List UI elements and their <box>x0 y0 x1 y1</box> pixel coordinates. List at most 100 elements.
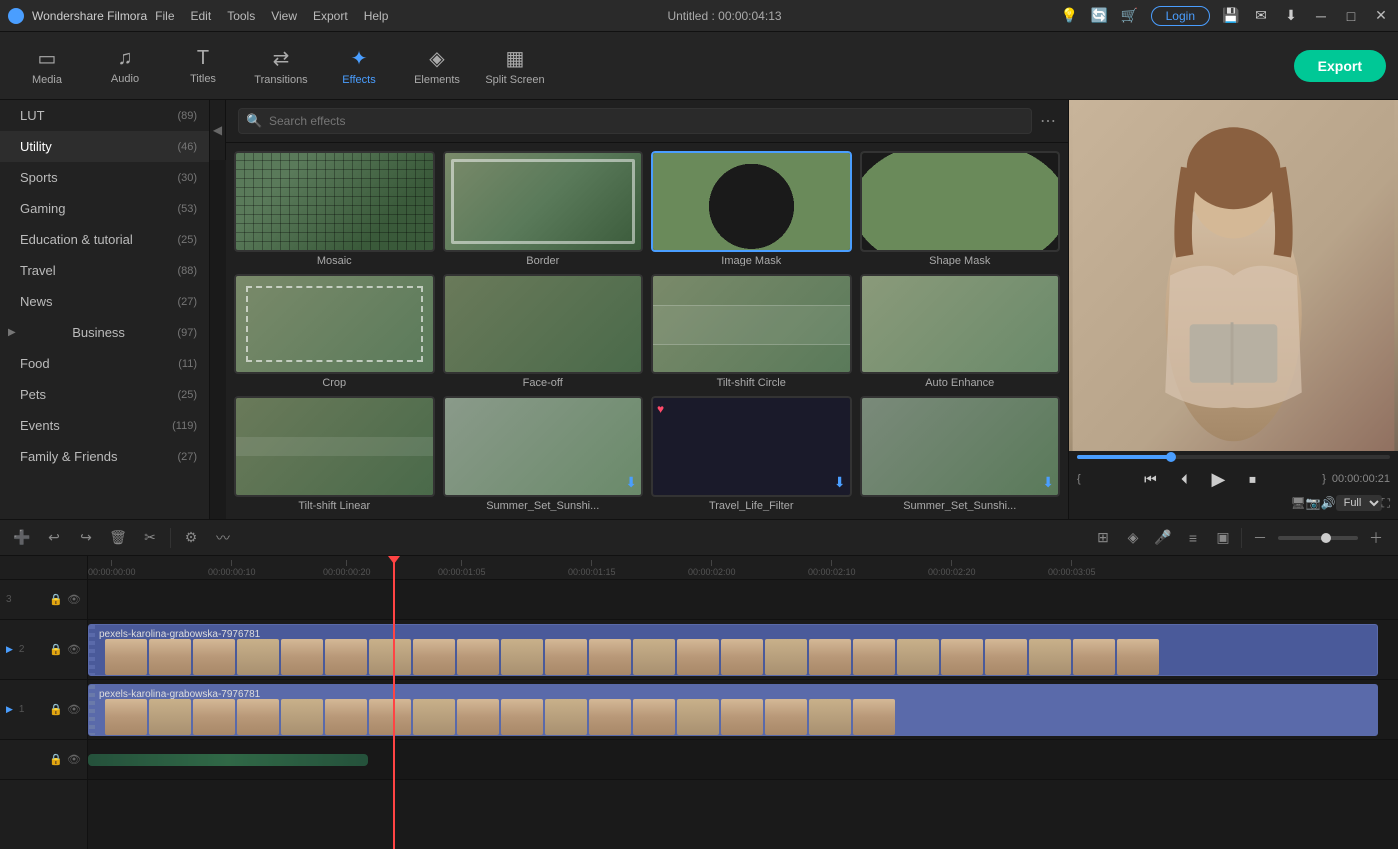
eye-icon-3[interactable]: 👁 <box>67 593 81 606</box>
time-right-bracket: } <box>1322 473 1326 485</box>
sidebar-item-lut[interactable]: LUT (89) <box>0 100 209 131</box>
undo-button[interactable]: ↩ <box>42 526 66 550</box>
toolbar-effects[interactable]: ✦ Effects <box>324 38 394 94</box>
sidebar-lut-label: LUT <box>20 108 45 123</box>
lock-icon-3[interactable]: 🔒 <box>49 593 63 606</box>
sidebar-item-gaming[interactable]: Gaming (53) <box>0 193 209 224</box>
step-back-button[interactable]: ⏴ <box>1172 467 1196 491</box>
screenshot-button[interactable]: 🖥 <box>1290 496 1305 510</box>
effects-search-bar: 🔍 ⋯ <box>226 100 1068 143</box>
sidebar-item-travel[interactable]: Travel (88) <box>0 255 209 286</box>
clip-frame <box>677 639 719 675</box>
sidebar-education-label: Education & tutorial <box>20 232 133 247</box>
clip-frame <box>193 639 235 675</box>
video-clip-1[interactable]: pexels-karolina-grabowska-7976781 <box>88 684 1378 736</box>
menu-help[interactable]: Help <box>364 9 389 23</box>
effect-item-crop[interactable]: Crop <box>234 274 435 389</box>
camera-button[interactable]: 📷 <box>1306 496 1321 510</box>
sidebar-item-events[interactable]: Events (119) <box>0 410 209 441</box>
download-icon[interactable]: ⬇ <box>1282 7 1300 25</box>
refresh-icon[interactable]: 🔄 <box>1091 7 1109 25</box>
cut-button[interactable]: ✂ <box>138 526 162 550</box>
menu-edit[interactable]: Edit <box>191 9 212 23</box>
quality-select[interactable]: Full 1/2 1/4 <box>1336 495 1382 511</box>
toolbar-transitions[interactable]: ⇄ Transitions <box>246 38 316 94</box>
subtitle-button[interactable]: ≡ <box>1181 526 1205 550</box>
toolbar-elements[interactable]: ◈ Elements <box>402 38 472 94</box>
minimize-button[interactable]: ─ <box>1312 7 1330 25</box>
eye-icon-2[interactable]: 👁 <box>67 643 81 656</box>
pip-button[interactable]: ▣ <box>1211 526 1235 550</box>
effect-item-image-mask[interactable]: Image Mask <box>651 151 852 266</box>
sidebar-item-food[interactable]: Food (11) <box>0 348 209 379</box>
effect-item-border[interactable]: Border <box>443 151 644 266</box>
stop-button[interactable]: ⏹ <box>1240 467 1264 491</box>
effect-item-summer-set1[interactable]: ⬇ Summer_Set_Sunshi... <box>443 396 644 511</box>
login-button[interactable]: Login <box>1151 6 1210 26</box>
sidebar-item-family[interactable]: Family & Friends (27) <box>0 441 209 472</box>
sidebar-item-business[interactable]: ▶ Business (97) <box>0 317 209 348</box>
mail-icon[interactable]: ✉ <box>1252 7 1270 25</box>
menu-file[interactable]: File <box>155 9 174 23</box>
sidebar-item-utility[interactable]: Utility (46) <box>0 131 209 162</box>
toolbar-audio[interactable]: ♫ Audio <box>90 38 160 94</box>
effect-item-faceoff[interactable]: Face-off <box>443 274 644 389</box>
effect-thumb-tiltshift-circle <box>651 274 852 375</box>
zoom-out-button[interactable]: － <box>1248 526 1272 550</box>
volume-button[interactable]: 🔊 <box>1321 496 1336 510</box>
add-track-button[interactable]: ➕ <box>10 526 34 550</box>
play-button[interactable]: ▶ <box>1206 467 1230 491</box>
toolbar-titles[interactable]: T Titles <box>168 38 238 94</box>
app-name: Wondershare Filmora <box>32 9 147 23</box>
bulb-icon[interactable]: 💡 <box>1061 7 1079 25</box>
zoom-thumb <box>1321 533 1331 543</box>
lock-icon-1[interactable]: 🔒 <box>49 703 63 716</box>
keyframe-button[interactable]: ◈ <box>1121 526 1145 550</box>
cart-icon[interactable]: 🛒 <box>1121 7 1139 25</box>
clip-frame <box>589 639 631 675</box>
close-button[interactable]: ✕ <box>1372 7 1390 25</box>
delete-button[interactable]: 🗑 <box>106 526 130 550</box>
menu-export[interactable]: Export <box>313 9 348 23</box>
toolbar-media[interactable]: ▭ Media <box>12 38 82 94</box>
fullscreen-button[interactable]: ⛶ <box>1382 496 1390 511</box>
effects-menu-button[interactable]: ⋯ <box>1040 111 1056 131</box>
lock-icon-audio[interactable]: 🔒 <box>49 753 63 766</box>
eye-icon-1[interactable]: 👁 <box>67 703 81 716</box>
toolbar-audio-label: Audio <box>111 73 139 85</box>
sidebar-item-sports[interactable]: Sports (30) <box>0 162 209 193</box>
video-clip-2[interactable]: pexels-karolina-grabowska-7976781 <box>88 624 1378 676</box>
panel-collapse-button[interactable]: ◀ <box>210 100 226 160</box>
skip-back-button[interactable]: ⏮ <box>1138 467 1162 491</box>
search-input[interactable] <box>238 108 1032 134</box>
effect-item-auto-enhance[interactable]: Auto Enhance <box>860 274 1061 389</box>
snap-button[interactable]: ⊞ <box>1091 526 1115 550</box>
settings-button[interactable]: ⚙ <box>179 526 203 550</box>
maximize-button[interactable]: □ <box>1342 7 1360 25</box>
effect-item-tiltshift-linear[interactable]: Tilt-shift Linear <box>234 396 435 511</box>
effect-item-shape-mask[interactable]: Shape Mask <box>860 151 1061 266</box>
effect-thumb-border <box>443 151 644 252</box>
zoom-track[interactable] <box>1278 536 1358 540</box>
effect-item-tiltshift-circle[interactable]: Tilt-shift Circle <box>651 274 852 389</box>
eye-icon-audio[interactable]: 👁 <box>67 753 81 766</box>
menu-tools[interactable]: Tools <box>227 9 255 23</box>
sidebar-item-education[interactable]: Education & tutorial (25) <box>0 224 209 255</box>
effect-item-travel-filter[interactable]: ♥ ⬇ Travel_Life_Filter <box>651 396 852 511</box>
mic-button[interactable]: 🎤 <box>1151 526 1175 550</box>
clip-frame <box>809 639 851 675</box>
effect-item-mosaic[interactable]: Mosaic <box>234 151 435 266</box>
sidebar-item-news[interactable]: News (27) <box>0 286 209 317</box>
playback-options-row: 🖥 📷 🔊 Full 1/2 1/4 ⛶ <box>1077 493 1390 515</box>
effect-item-summer-set2[interactable]: ⬇ Summer_Set_Sunshi... <box>860 396 1061 511</box>
progress-bar[interactable] <box>1077 455 1390 459</box>
toolbar-split-screen[interactable]: ▦ Split Screen <box>480 38 550 94</box>
export-button[interactable]: Export <box>1294 50 1386 82</box>
menu-view[interactable]: View <box>271 9 297 23</box>
redo-button[interactable]: ↪ <box>74 526 98 550</box>
lock-icon-2[interactable]: 🔒 <box>49 643 63 656</box>
save-icon[interactable]: 💾 <box>1222 7 1240 25</box>
sidebar-item-pets[interactable]: Pets (25) <box>0 379 209 410</box>
waveform-button[interactable]: 〰 <box>211 526 235 550</box>
zoom-in-button[interactable]: ＋ <box>1364 526 1388 550</box>
